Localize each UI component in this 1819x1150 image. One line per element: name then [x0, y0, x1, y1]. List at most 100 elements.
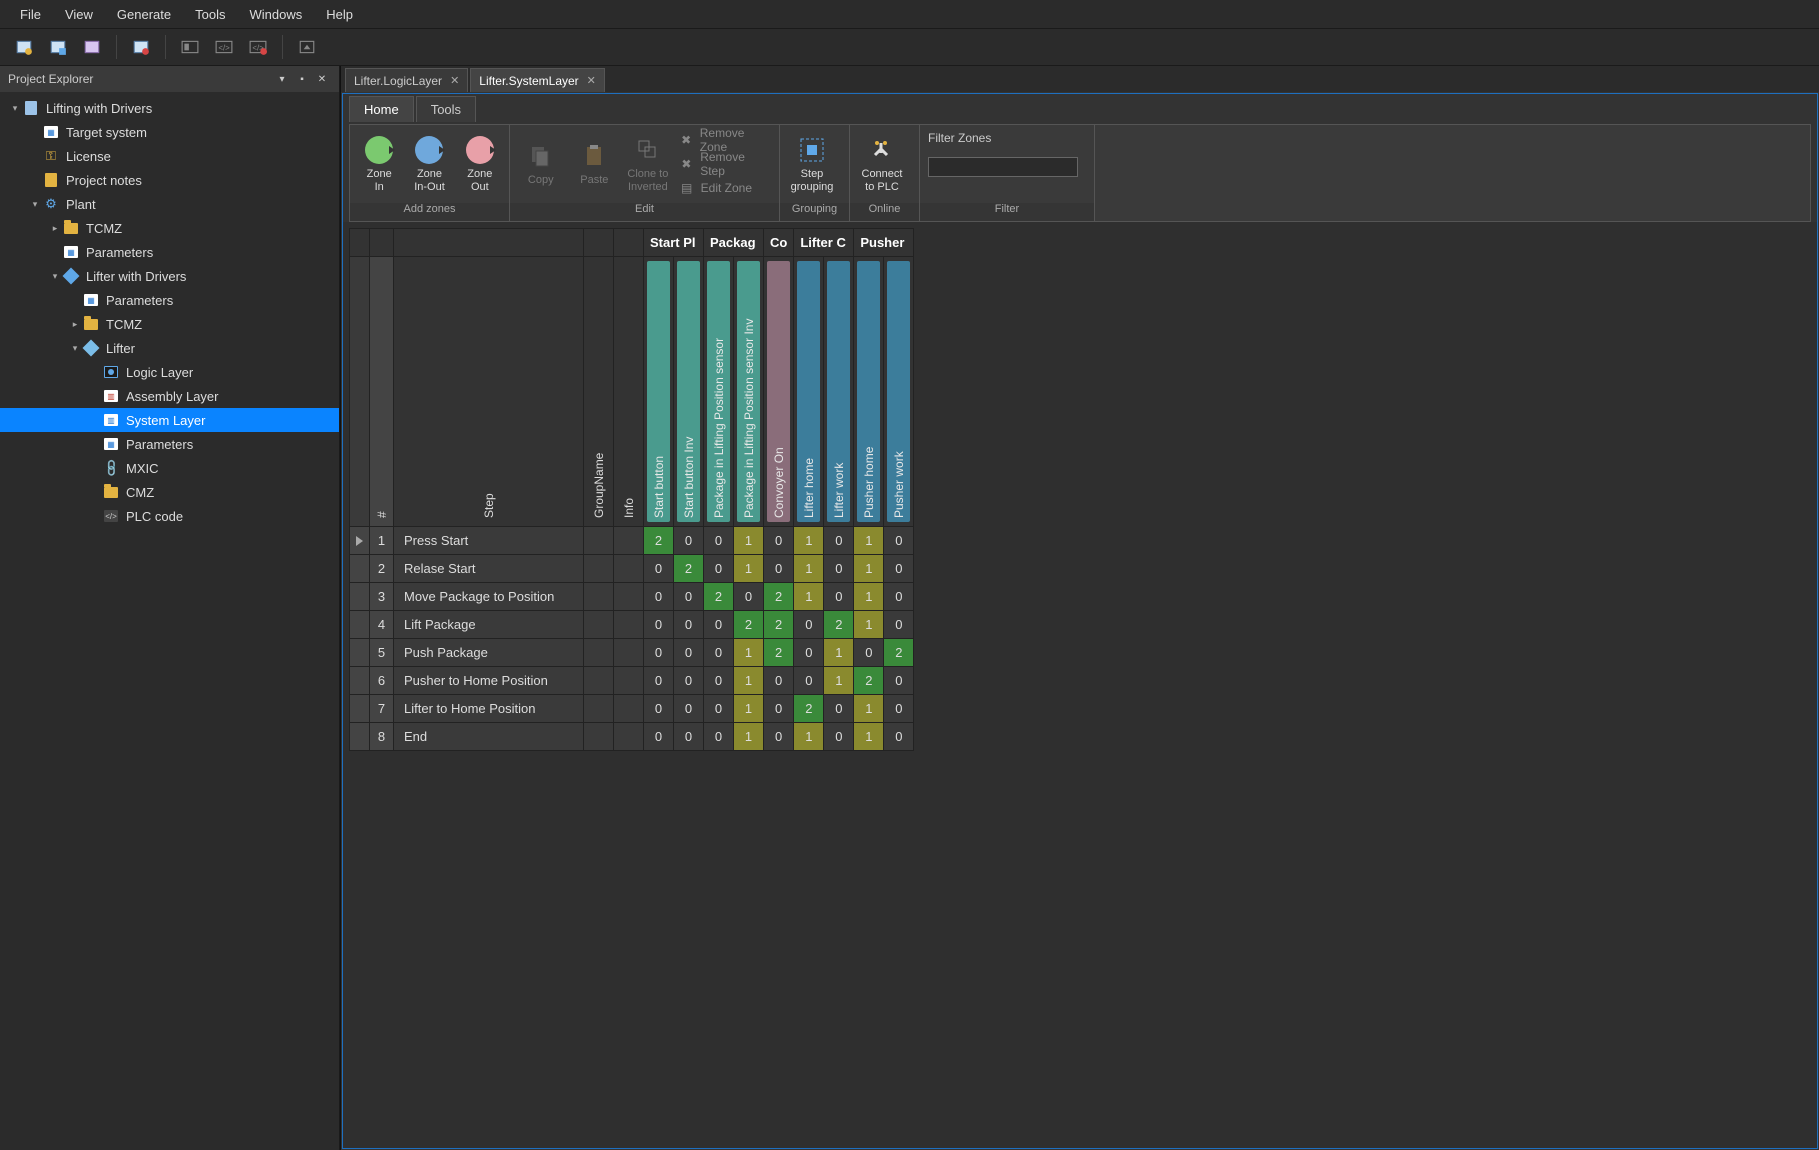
groupname-cell[interactable]	[584, 667, 614, 695]
panel-dropdown-icon[interactable]: ▾	[273, 70, 291, 88]
tree-item[interactable]: ▥Assembly Layer	[0, 384, 339, 408]
tree-item[interactable]: ▦Parameters	[0, 288, 339, 312]
row-marker[interactable]	[350, 555, 370, 583]
zone-value-cell[interactable]: 0	[824, 723, 854, 751]
zone-value-cell[interactable]: 2	[764, 639, 794, 667]
tree-twisty-icon[interactable]: ▸	[68, 319, 82, 330]
table-row[interactable]: 3Move Package to Position002021010	[350, 583, 914, 611]
copy-button[interactable]: Copy	[518, 141, 564, 186]
zone-value-cell[interactable]: 0	[704, 695, 734, 723]
tree-twisty-icon[interactable]: ▸	[48, 223, 62, 234]
tree-item[interactable]: ▾Lifter	[0, 336, 339, 360]
toolbar-btn-5[interactable]	[176, 33, 204, 61]
menu-windows[interactable]: Windows	[237, 3, 314, 26]
zone-value-cell[interactable]: 0	[764, 695, 794, 723]
ribbon-tab-tools[interactable]: Tools	[416, 96, 476, 122]
tree-item[interactable]: CMZ	[0, 480, 339, 504]
doc-tab-system-layer[interactable]: Lifter.SystemLayer ✕	[470, 68, 605, 92]
zone-value-cell[interactable]: 0	[764, 723, 794, 751]
zone-column-header[interactable]: Lifter work	[824, 257, 854, 527]
zone-value-cell[interactable]: 0	[884, 667, 914, 695]
zone-value-cell[interactable]: 2	[854, 667, 884, 695]
menu-tools[interactable]: Tools	[183, 3, 237, 26]
zone-value-cell[interactable]: 1	[824, 639, 854, 667]
zone-column-header[interactable]: Start button Inv	[674, 257, 704, 527]
zone-value-cell[interactable]: 0	[794, 639, 824, 667]
tree-item[interactable]: ▸TCMZ	[0, 312, 339, 336]
toolbar-btn-1[interactable]	[10, 33, 38, 61]
step-name-cell[interactable]: Lifter to Home Position	[394, 695, 584, 723]
zone-value-cell[interactable]: 1	[734, 667, 764, 695]
zone-value-cell[interactable]: 1	[794, 555, 824, 583]
zone-value-cell[interactable]: 2	[794, 695, 824, 723]
table-row[interactable]: 5Push Package000120102	[350, 639, 914, 667]
zone-value-cell[interactable]: 1	[854, 583, 884, 611]
toolbar-btn-7[interactable]: </>	[244, 33, 272, 61]
tree-item[interactable]: ▦Parameters	[0, 240, 339, 264]
menu-help[interactable]: Help	[314, 3, 365, 26]
tree-item[interactable]: </>PLC code	[0, 504, 339, 528]
row-marker[interactable]	[350, 667, 370, 695]
zone-value-cell[interactable]: 0	[644, 667, 674, 695]
zone-value-cell[interactable]: 0	[824, 695, 854, 723]
row-marker[interactable]	[350, 583, 370, 611]
zone-value-cell[interactable]: 0	[794, 611, 824, 639]
info-cell[interactable]	[614, 695, 644, 723]
tree-item[interactable]: ▥System Layer	[0, 408, 339, 432]
table-row[interactable]: 2Relase Start020101010	[350, 555, 914, 583]
zone-value-cell[interactable]: 0	[674, 639, 704, 667]
zone-value-cell[interactable]: 2	[884, 639, 914, 667]
step-name-cell[interactable]: Push Package	[394, 639, 584, 667]
zone-value-cell[interactable]: 1	[854, 555, 884, 583]
row-marker[interactable]	[350, 611, 370, 639]
step-name-cell[interactable]: Move Package to Position	[394, 583, 584, 611]
zone-value-cell[interactable]: 0	[674, 583, 704, 611]
zone-value-cell[interactable]: 0	[674, 527, 704, 555]
step-name-cell[interactable]: Press Start	[394, 527, 584, 555]
clone-inverted-button[interactable]: Clone to Inverted	[625, 135, 671, 192]
zone-in-out-button[interactable]: Zone In-Out	[408, 135, 450, 192]
groupname-cell[interactable]	[584, 611, 614, 639]
zone-value-cell[interactable]: 2	[764, 583, 794, 611]
zone-value-cell[interactable]: 0	[704, 723, 734, 751]
toolbar-btn-6[interactable]: </>	[210, 33, 238, 61]
menu-generate[interactable]: Generate	[105, 3, 183, 26]
groupname-cell[interactable]	[584, 527, 614, 555]
close-icon[interactable]: ✕	[587, 74, 596, 87]
tree-item[interactable]: Logic Layer	[0, 360, 339, 384]
step-name-cell[interactable]: Relase Start	[394, 555, 584, 583]
zone-value-cell[interactable]: 1	[854, 695, 884, 723]
groupname-cell[interactable]	[584, 695, 614, 723]
zone-value-cell[interactable]: 0	[644, 611, 674, 639]
zone-value-cell[interactable]: 1	[794, 527, 824, 555]
zone-value-cell[interactable]: 0	[674, 611, 704, 639]
doc-tab-logic-layer[interactable]: Lifter.LogicLayer ✕	[345, 68, 468, 92]
row-marker[interactable]	[350, 723, 370, 751]
table-row[interactable]: 1Press Start200101010	[350, 527, 914, 555]
zone-value-cell[interactable]: 1	[734, 695, 764, 723]
zone-value-cell[interactable]: 0	[884, 723, 914, 751]
remove-step-button[interactable]: ✖Remove Step	[679, 153, 771, 175]
info-cell[interactable]	[614, 611, 644, 639]
zone-value-cell[interactable]: 0	[824, 583, 854, 611]
toolbar-btn-4[interactable]	[127, 33, 155, 61]
zone-value-cell[interactable]: 1	[854, 723, 884, 751]
step-name-cell[interactable]: End	[394, 723, 584, 751]
zone-value-cell[interactable]: 1	[794, 723, 824, 751]
zone-value-cell[interactable]: 0	[764, 555, 794, 583]
zone-value-cell[interactable]: 2	[644, 527, 674, 555]
tree-item[interactable]: ▦Parameters	[0, 432, 339, 456]
step-name-cell[interactable]: Pusher to Home Position	[394, 667, 584, 695]
table-row[interactable]: 4Lift Package000220210	[350, 611, 914, 639]
groupname-cell[interactable]	[584, 555, 614, 583]
info-cell[interactable]	[614, 667, 644, 695]
zone-value-cell[interactable]: 0	[674, 667, 704, 695]
row-marker[interactable]	[350, 527, 370, 555]
tree-item[interactable]: 🔗MXIC	[0, 456, 339, 480]
filter-zones-input[interactable]	[928, 157, 1078, 177]
zone-value-cell[interactable]: 0	[704, 639, 734, 667]
zone-value-cell[interactable]: 0	[674, 695, 704, 723]
zone-in-button[interactable]: Zone In	[358, 135, 400, 192]
zone-value-cell[interactable]: 0	[674, 723, 704, 751]
zone-value-cell[interactable]: 1	[734, 639, 764, 667]
